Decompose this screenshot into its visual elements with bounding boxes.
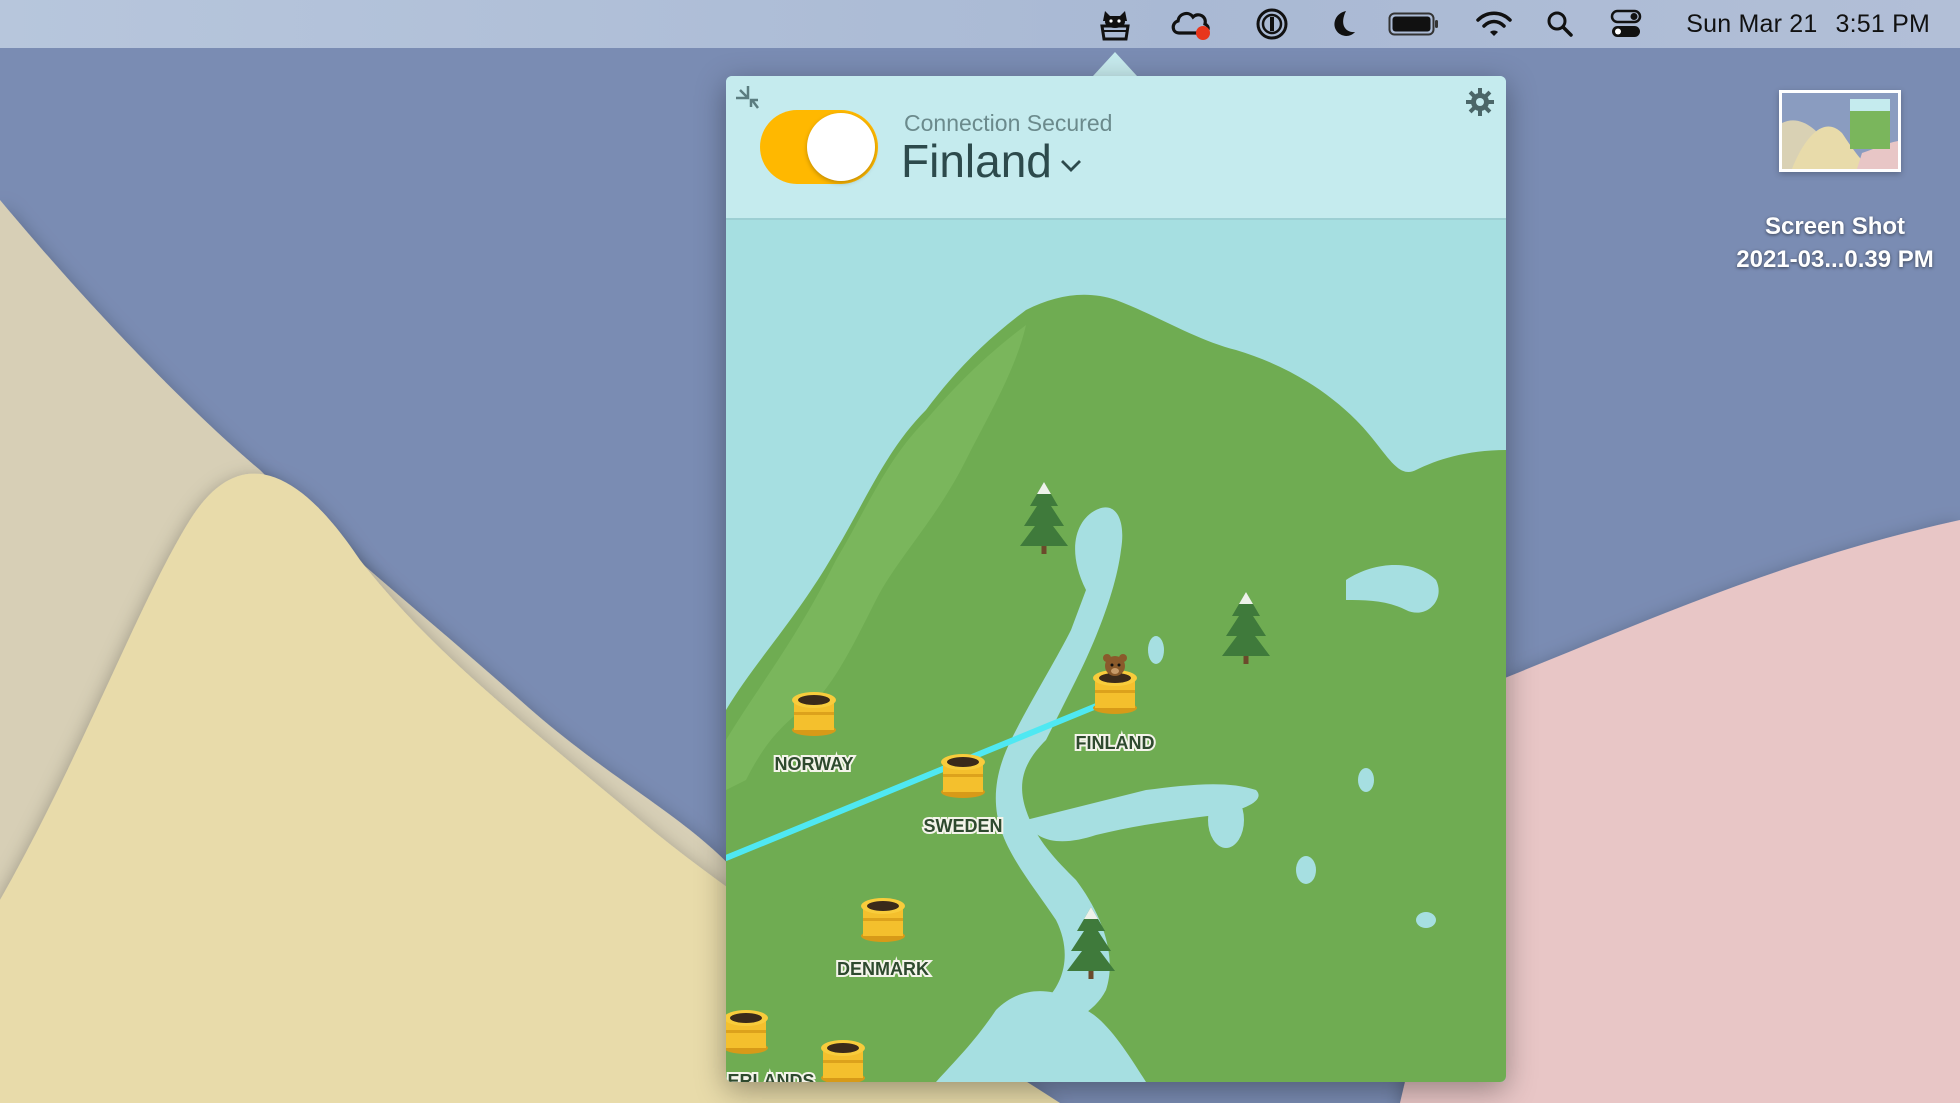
- selected-location: Finland: [901, 135, 1052, 187]
- location-selector[interactable]: Finland: [901, 134, 1082, 188]
- connection-status: Connection Secured: [904, 110, 1113, 136]
- menu-bar-time: 3:51 PM: [1835, 9, 1930, 38]
- file-name: Screen Shot 2021-03...0.39 PM: [1700, 210, 1960, 276]
- wifi-icon[interactable]: [1474, 0, 1514, 48]
- menu-bar-clock[interactable]: Sun Mar 21 3:51 PM: [1668, 0, 1930, 48]
- server-pot-icon: [1093, 670, 1137, 714]
- toggle-knob: [807, 113, 875, 181]
- server-pot-icon: [792, 692, 836, 736]
- creative-cloud-icon[interactable]: [1168, 0, 1214, 48]
- file-thumbnail: [1779, 90, 1901, 172]
- server-label-denmark: DENMARK: [837, 959, 929, 979]
- vpn-toggle-switch[interactable]: [760, 110, 878, 184]
- popover-arrow: [1093, 52, 1137, 76]
- server-germany[interactable]: [821, 1040, 865, 1082]
- menu-bar-date: Sun Mar 21: [1686, 9, 1818, 38]
- server-pot-icon: [861, 898, 905, 942]
- server-map[interactable]: NORWAY SWEDEN FINLAND DENMARK ERLANDS: [726, 220, 1506, 1082]
- collapse-icon[interactable]: [734, 84, 762, 112]
- control-center-icon[interactable]: [1608, 0, 1644, 48]
- server-label-finland: FINLAND: [1076, 733, 1155, 753]
- moon-icon[interactable]: [1322, 0, 1362, 48]
- file-name-line1: Screen Shot: [1764, 213, 1906, 240]
- spotlight-search-icon[interactable]: [1544, 0, 1576, 48]
- server-pot-icon: [821, 1040, 865, 1082]
- server-label-netherlands: ERLANDS: [727, 1071, 814, 1082]
- chevron-down-icon: [1060, 160, 1081, 172]
- tunnelbear-icon[interactable]: [1095, 0, 1135, 48]
- onepassword-icon[interactable]: [1252, 0, 1292, 48]
- server-pot-icon: [941, 754, 985, 798]
- file-name-line2: 2021-03...0.39 PM: [1736, 246, 1934, 273]
- tunnelbear-popover: Connection Secured Finland NORWAY SWEDEN…: [726, 76, 1506, 1082]
- server-pot-icon: [726, 1010, 768, 1054]
- menu-bar: Sun Mar 21 3:51 PM: [0, 0, 1960, 48]
- popover-header: Connection Secured Finland: [726, 76, 1506, 220]
- gear-icon[interactable]: [1464, 86, 1496, 118]
- server-label-norway: NORWAY: [774, 754, 853, 774]
- battery-icon[interactable]: [1388, 0, 1440, 48]
- server-label-sweden: SWEDEN: [923, 816, 1002, 836]
